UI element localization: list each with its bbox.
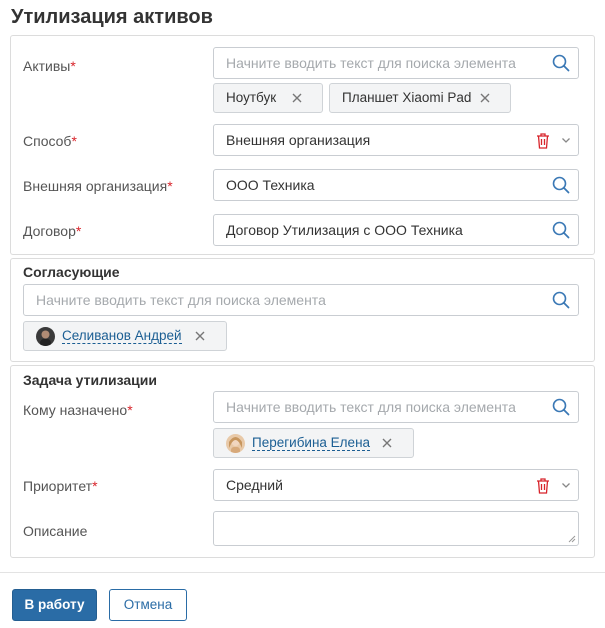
search-icon[interactable] (552, 291, 570, 309)
trash-icon[interactable] (535, 477, 551, 494)
assignee-label: Кому назначено* (23, 402, 133, 418)
avatar (226, 434, 245, 453)
close-icon[interactable] (291, 92, 303, 104)
approvers-search-input[interactable]: Начните вводить текст для поиска элемент… (23, 284, 579, 316)
description-textarea[interactable] (213, 511, 579, 546)
resize-handle-icon[interactable] (568, 535, 576, 543)
search-icon[interactable] (552, 176, 570, 194)
method-value: Внешняя организация (226, 132, 371, 148)
assignee-search-input[interactable]: Начните вводить текст для поиска элемент… (213, 391, 579, 423)
start-work-button[interactable]: В работу (12, 589, 97, 621)
close-icon[interactable] (381, 437, 393, 449)
assignee-name-link[interactable]: Перегибина Елена (252, 435, 371, 451)
priority-label: Приоритет* (23, 478, 98, 494)
assets-section: Активы* Начните вводить текст для поиска… (10, 35, 595, 255)
asset-tag-label: Планшет Xiaomi Pad (342, 90, 472, 105)
assignee-search-placeholder: Начните вводить текст для поиска элемент… (226, 399, 516, 415)
search-icon[interactable] (552, 398, 570, 416)
external-org-input[interactable]: ООО Техника (213, 169, 579, 201)
asset-tag-tablet: Планшет Xiaomi Pad (329, 83, 511, 113)
cancel-button[interactable]: Отмена (109, 589, 187, 621)
search-icon[interactable] (552, 221, 570, 239)
method-label: Способ* (23, 133, 77, 149)
trash-icon[interactable] (535, 132, 551, 149)
disposal-task-title: Задача утилизации (23, 372, 157, 388)
page-title: Утилизация активов (11, 6, 213, 28)
approvers-title: Согласующие (23, 264, 120, 280)
external-org-value: ООО Техника (226, 177, 315, 193)
description-label: Описание (23, 523, 88, 539)
contract-value: Договор Утилизация с ООО Техника (226, 222, 463, 238)
priority-select[interactable]: Средний (213, 469, 579, 501)
disposal-task-section: Задача утилизации Кому назначено* Начнит… (10, 365, 595, 558)
assets-label: Активы* (23, 58, 76, 74)
priority-value: Средний (226, 477, 283, 493)
approver-tag: Селиванов Андрей (23, 321, 227, 351)
avatar (36, 327, 55, 346)
assignee-tag: Перегибина Елена (213, 428, 414, 458)
approvers-search-placeholder: Начните вводить текст для поиска элемент… (36, 292, 326, 308)
approver-name-link[interactable]: Селиванов Андрей (62, 328, 182, 344)
asset-tag-laptop: Ноутбук (213, 83, 323, 113)
asset-tag-label: Ноутбук (226, 90, 277, 105)
approvers-section: Согласующие Начните вводить текст для по… (10, 258, 595, 362)
external-org-label: Внешняя организация* (23, 178, 173, 194)
search-icon[interactable] (552, 54, 570, 72)
assets-search-input[interactable]: Начните вводить текст для поиска элемент… (213, 47, 579, 79)
chevron-down-icon[interactable] (560, 479, 572, 491)
close-icon[interactable] (194, 330, 206, 342)
method-select[interactable]: Внешняя организация (213, 124, 579, 156)
close-icon[interactable] (479, 92, 491, 104)
contract-label: Договор* (23, 223, 82, 239)
chevron-down-icon[interactable] (560, 134, 572, 146)
contract-input[interactable]: Договор Утилизация с ООО Техника (213, 214, 579, 246)
footer-divider (0, 572, 605, 573)
assets-search-placeholder: Начните вводить текст для поиска элемент… (226, 55, 516, 71)
